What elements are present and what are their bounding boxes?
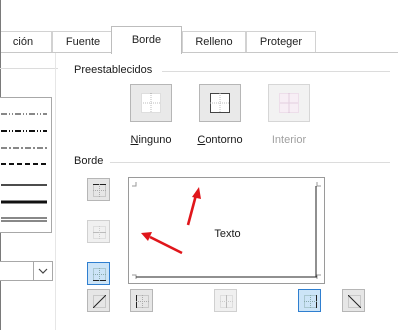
- border-bottom-button[interactable]: [87, 262, 110, 285]
- border-rule: [110, 162, 390, 163]
- panel-separator: [55, 53, 56, 335]
- tab-font[interactable]: Fuente: [52, 31, 114, 53]
- tab-label: ción: [12, 36, 34, 48]
- tab-alignment[interactable]: ción: [0, 31, 52, 53]
- border-middle-horizontal-button[interactable]: [87, 220, 110, 243]
- border-diagonal-up-button[interactable]: [87, 289, 110, 312]
- arrow-up-icon: [192, 187, 201, 199]
- line-style-samples: [1, 113, 47, 222]
- border-diagonal-down-button[interactable]: [342, 289, 365, 312]
- bottom-strip: [0, 330, 398, 335]
- border-bottom-icon: [93, 268, 106, 281]
- tab-label: Proteger: [259, 36, 303, 48]
- border-title: Borde: [74, 155, 108, 167]
- active-tab-gap: [112, 51, 181, 54]
- color-dropdown-button[interactable]: [33, 261, 53, 281]
- preset-inside-icon: [279, 93, 299, 113]
- chevron-down-icon: [38, 268, 48, 274]
- preset-inside-button[interactable]: [268, 84, 310, 122]
- color-combobox[interactable]: [0, 261, 36, 281]
- border-middle-vertical-icon: [220, 295, 233, 308]
- border-middle-vertical-button[interactable]: [214, 289, 237, 312]
- tab-label: Relleno: [195, 36, 233, 48]
- annotation-arrows: [141, 187, 201, 255]
- tab-border[interactable]: Borde: [111, 26, 182, 54]
- tab-label: Fuente: [65, 36, 101, 48]
- border-middle-horizontal-icon: [93, 226, 106, 239]
- tab-label: Borde: [131, 34, 162, 46]
- border-diagonal-up-icon: [93, 295, 106, 308]
- presets-rule: [162, 71, 390, 72]
- line-group-rule: [0, 68, 58, 69]
- presets-title: Preestablecidos: [74, 64, 157, 76]
- border-right-button[interactable]: [298, 289, 321, 312]
- arrow-left-shaft: [149, 235, 183, 255]
- border-diagonal-down-icon: [348, 295, 361, 308]
- border-left-icon: [136, 295, 149, 308]
- border-top-button[interactable]: [87, 178, 110, 201]
- line-style-list[interactable]: [0, 97, 52, 233]
- preset-inside-label: Interior: [271, 134, 307, 146]
- tab-protection[interactable]: Proteger: [246, 31, 316, 53]
- border-right-icon: [304, 295, 317, 308]
- preset-outline-label: Contorno: [197, 134, 243, 146]
- border-top-icon: [93, 184, 106, 197]
- tab-fill[interactable]: Relleno: [182, 31, 246, 53]
- preset-none-label: Ninguno: [130, 134, 172, 146]
- preset-outline-button[interactable]: [199, 84, 241, 122]
- preset-none-icon: [141, 93, 161, 113]
- preset-none-button[interactable]: [130, 84, 172, 122]
- preset-outline-icon: [210, 93, 230, 113]
- arrow-up-shaft: [186, 194, 198, 226]
- border-left-button[interactable]: [130, 289, 153, 312]
